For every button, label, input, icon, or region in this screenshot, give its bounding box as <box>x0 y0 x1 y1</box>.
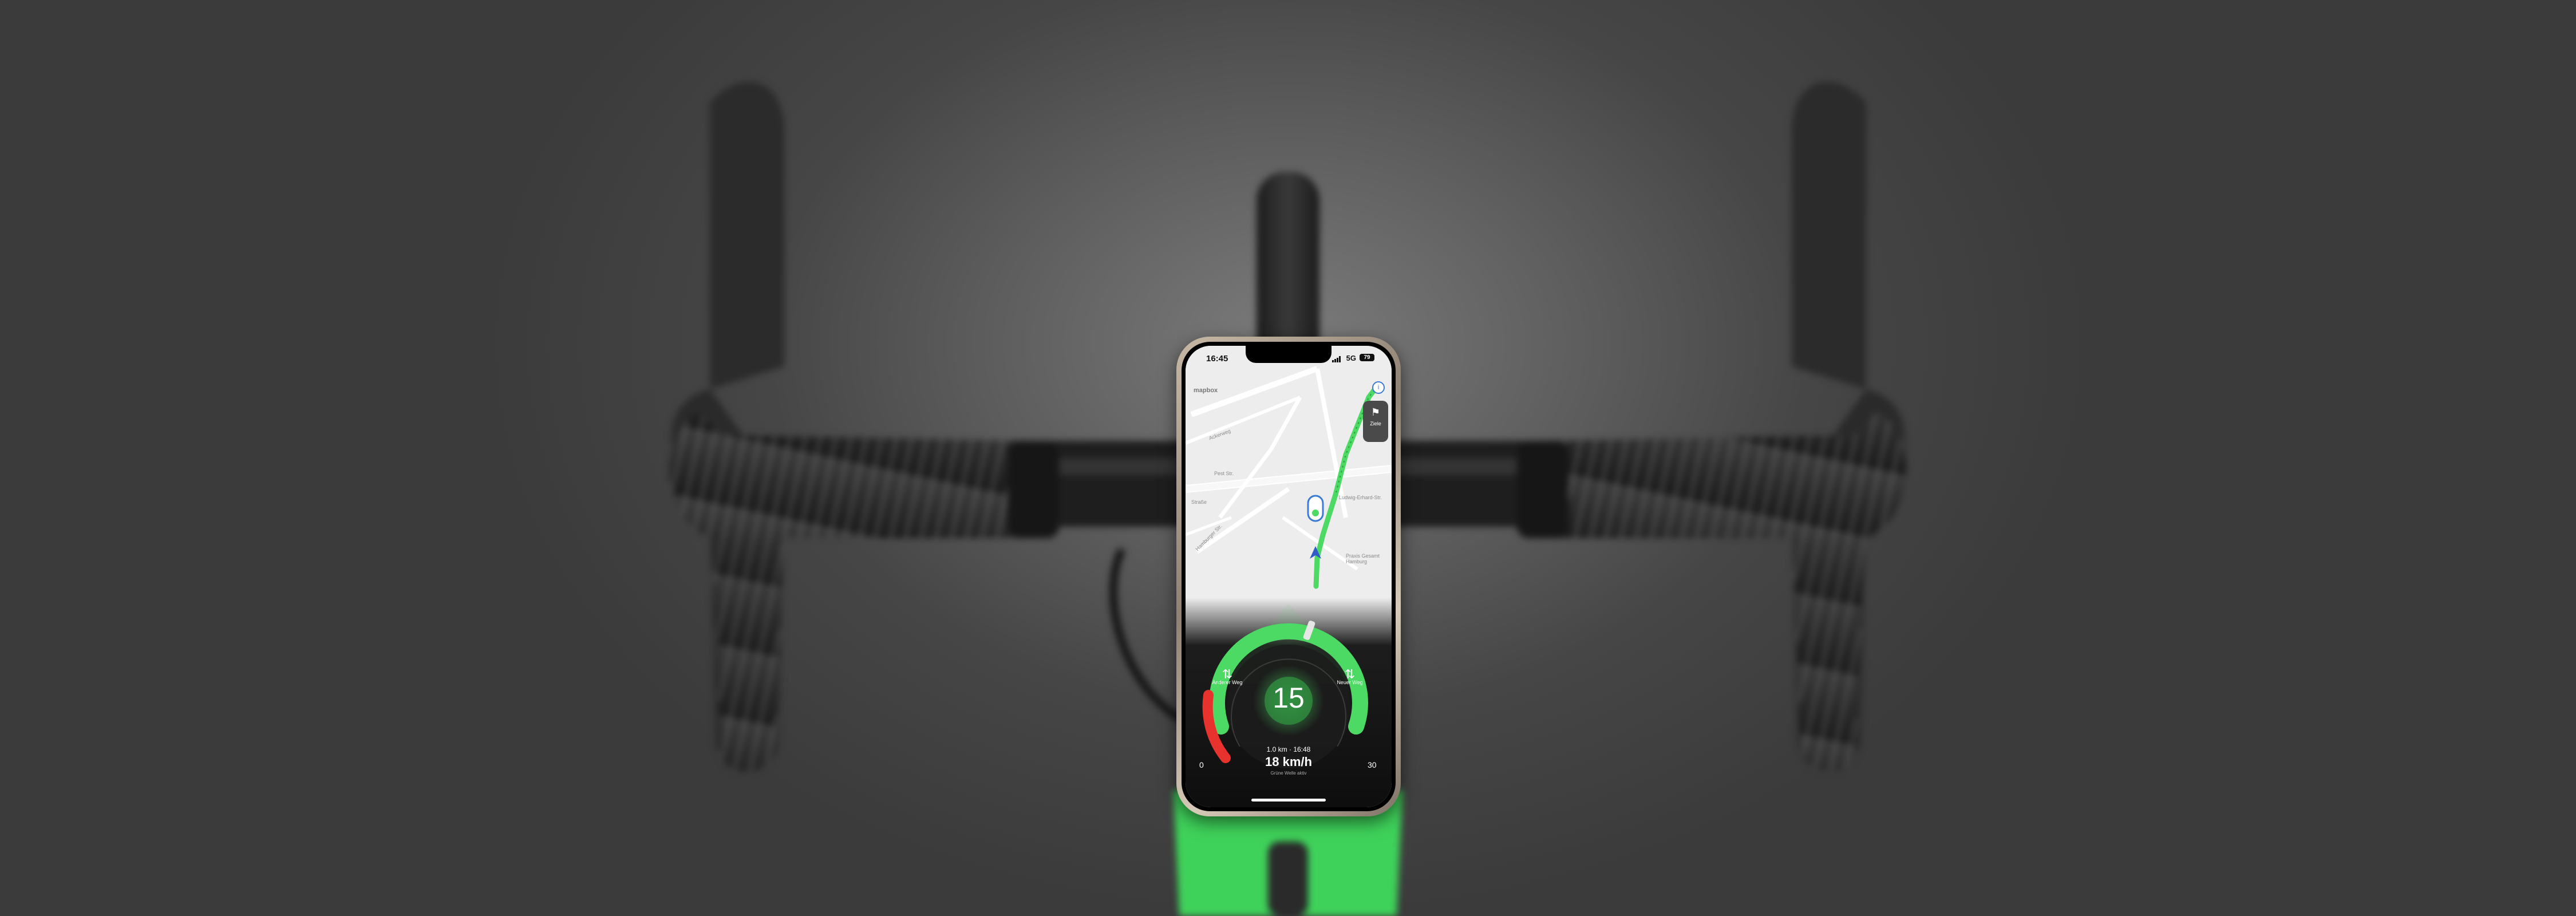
current-speed: 18 km/h <box>1265 755 1312 769</box>
new-route-label: Neuer Weg <box>1337 680 1363 685</box>
street-label-4: Pest Str. <box>1214 471 1234 476</box>
new-route-button[interactable]: ⇅ Neuer Weg <box>1330 667 1370 686</box>
alternate-route-button[interactable]: ⇅ Anderer Weg <box>1207 667 1247 686</box>
distance-eta: 1.0 km · 16:48 <box>1266 745 1311 753</box>
app-screen: Straße Ludwig-Erhard-Str. Ackerweg Hambu… <box>1186 346 1392 807</box>
network-type: 5G <box>1346 354 1356 362</box>
flag-button-label: Ziele <box>1370 421 1381 427</box>
info-icon[interactable]: i <box>1372 381 1385 394</box>
alternate-route-label: Anderer Weg <box>1212 680 1243 685</box>
signal-icon <box>1332 355 1341 365</box>
route-add-icon: ⇅ <box>1344 667 1356 681</box>
phone-bezel: Straße Ludwig-Erhard-Str. Ackerweg Hambu… <box>1182 342 1396 811</box>
flag-icon: ⚑ <box>1370 406 1381 418</box>
destination-flag-button[interactable]: ⚑ Ziele <box>1363 401 1388 442</box>
gauge-max-label: 30 <box>1368 760 1377 769</box>
poi-label: Praxis Gesamt Hamburg <box>1346 553 1380 564</box>
street-label-0: Straße <box>1191 499 1207 505</box>
battery-indicator: 79 <box>1360 354 1374 361</box>
recommended-speed: 15 <box>1273 682 1305 714</box>
status-bar: 16:45 5G 79 <box>1186 346 1392 369</box>
route-options-icon: ⇅ <box>1222 667 1233 681</box>
cyclist-position-marker <box>1307 495 1324 522</box>
status-time: 16:45 <box>1206 354 1228 364</box>
street-label-1: Ludwig-Erhard-Str. <box>1339 495 1382 500</box>
gauge-min-label: 0 <box>1199 760 1204 769</box>
speed-footnote: Grüne Welle aktiv <box>1270 771 1307 776</box>
home-indicator[interactable] <box>1251 799 1326 802</box>
smartphone: Straße Ludwig-Erhard-Str. Ackerweg Hambu… <box>1176 337 1401 816</box>
mapbox-logo: mapbox <box>1194 387 1218 394</box>
